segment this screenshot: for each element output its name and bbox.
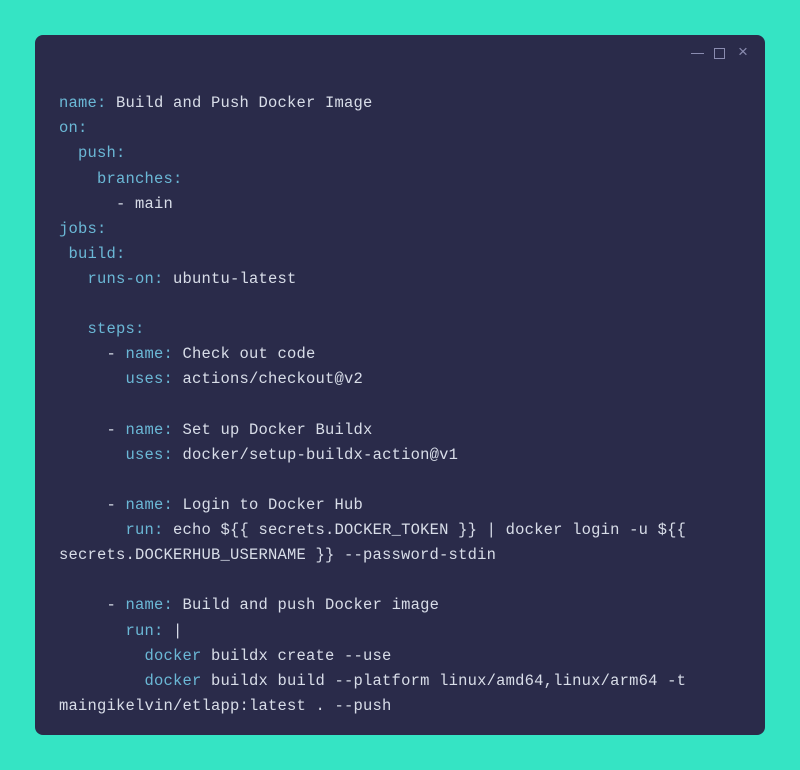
yaml-key: runs-on: (59, 270, 164, 288)
yaml-pad (59, 647, 145, 665)
yaml-key: push: (59, 144, 126, 162)
yaml-dash: - (59, 596, 126, 614)
yaml-value: | (164, 622, 183, 640)
yaml-key: name: (59, 94, 107, 112)
yaml-value: Check out code (173, 345, 316, 363)
yaml-dash: - (59, 195, 135, 213)
yaml-key: docker (145, 647, 202, 665)
yaml-dash: - (59, 345, 126, 363)
yaml-key: run: (126, 521, 164, 539)
yaml-key: jobs: (59, 220, 107, 238)
yaml-pad (59, 521, 126, 539)
yaml-key: steps: (59, 320, 145, 338)
yaml-key: uses: (126, 370, 174, 388)
close-icon[interactable]: × (735, 45, 751, 61)
yaml-key: build: (59, 245, 126, 263)
yaml-value: Set up Docker Buildx (173, 421, 373, 439)
yaml-value: buildx create --use (202, 647, 392, 665)
yaml-key: on: (59, 119, 88, 137)
yaml-pad (59, 370, 126, 388)
yaml-key: run: (126, 622, 164, 640)
yaml-pad (59, 446, 126, 464)
yaml-value: actions/checkout@v2 (173, 370, 363, 388)
maximize-icon[interactable] (714, 48, 725, 59)
yaml-key: name: (126, 421, 174, 439)
yaml-key: name: (126, 496, 174, 514)
yaml-pad (59, 672, 145, 690)
title-bar: × (35, 35, 765, 71)
yaml-value: maingikelvin/etlapp:latest . --push (59, 697, 392, 715)
yaml-dash: - (59, 496, 126, 514)
yaml-value: secrets.DOCKERHUB_USERNAME }} --password… (59, 546, 496, 564)
yaml-dash: - (59, 421, 126, 439)
yaml-value: echo ${{ secrets.DOCKER_TOKEN }} | docke… (164, 521, 696, 539)
terminal-window: × name: Build and Push Docker Image on: … (35, 35, 765, 735)
minimize-icon[interactable] (691, 53, 704, 54)
yaml-value: Build and Push Docker Image (107, 94, 373, 112)
yaml-key: docker (145, 672, 202, 690)
yaml-value: ubuntu-latest (164, 270, 297, 288)
yaml-key: uses: (126, 446, 174, 464)
yaml-key: name: (126, 345, 174, 363)
yaml-value: Build and push Docker image (173, 596, 439, 614)
yaml-value: buildx build --platform linux/amd64,linu… (202, 672, 696, 690)
yaml-key: branches: (59, 170, 183, 188)
yaml-value: docker/setup-buildx-action@v1 (173, 446, 458, 464)
yaml-value: main (135, 195, 173, 213)
yaml-value: Login to Docker Hub (173, 496, 363, 514)
code-area: name: Build and Push Docker Image on: pu… (35, 71, 765, 735)
yaml-key: name: (126, 596, 174, 614)
yaml-pad (59, 622, 126, 640)
